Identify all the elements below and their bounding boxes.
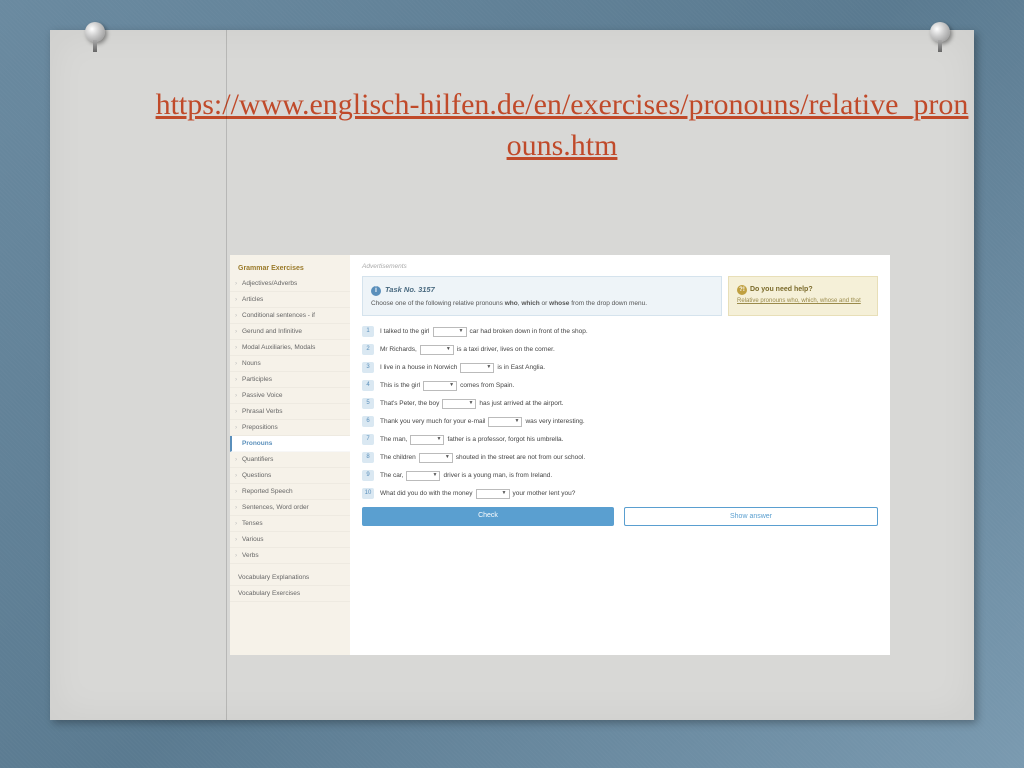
- question-row: 6 Thank you very much for your e-mail was…: [362, 416, 878, 427]
- task-description: Choose one of the following relative pro…: [371, 300, 713, 307]
- answer-dropdown[interactable]: [423, 381, 457, 391]
- question-row: 3 I live in a house in Norwich is in East…: [362, 362, 878, 373]
- sidebar-footer-vocabulary-exercises[interactable]: Vocabulary Exercises: [230, 586, 350, 602]
- question-text-pre: I talked to the girl: [380, 328, 430, 335]
- question-text-pre: The man,: [380, 436, 407, 443]
- question-row: 7 The man, father is a professor, forgot …: [362, 434, 878, 445]
- main-content: Advertisements i Task No. 3157 Choose one…: [350, 255, 890, 655]
- answer-dropdown[interactable]: [488, 417, 522, 427]
- help-box: ?!Do you need help? Relative pronouns wh…: [728, 276, 878, 316]
- question-number: 7: [362, 434, 374, 445]
- question-text-post: father is a professor, forgot his umbrel…: [447, 436, 563, 443]
- sidebar-item-passive-voice[interactable]: Passive Voice: [230, 388, 350, 404]
- sidebar-item-pronouns[interactable]: Pronouns: [230, 436, 350, 452]
- answer-dropdown[interactable]: [433, 327, 467, 337]
- question-text-post: shouted in the street are not from our s…: [456, 454, 585, 461]
- sidebar-item-gerund-and-infinitive[interactable]: Gerund and Infinitive: [230, 324, 350, 340]
- question-number: 9: [362, 470, 374, 481]
- question-number: 1: [362, 326, 374, 337]
- task-title-text: Task No. 3157: [385, 285, 435, 294]
- question-text-pre: What did you do with the money: [380, 490, 473, 497]
- vertical-divider: [226, 30, 227, 720]
- sidebar-heading: Grammar Exercises: [230, 261, 350, 276]
- answer-dropdown[interactable]: [442, 399, 476, 409]
- question-row: 8 The children shouted in the street are …: [362, 452, 878, 463]
- ads-label: Advertisements: [362, 263, 878, 270]
- answer-dropdown[interactable]: [406, 471, 440, 481]
- title-url-link[interactable]: https://www.englisch-hilfen.de/en/exerci…: [150, 85, 974, 166]
- question-text-post: has just arrived at the airport.: [479, 400, 563, 407]
- sidebar-item-modal-auxiliaries-modals[interactable]: Modal Auxiliaries, Modals: [230, 340, 350, 356]
- question-text-post: was very interesting.: [525, 418, 584, 425]
- question-text-pre: Mr Richards,: [380, 346, 417, 353]
- sidebar-item-adjectives-adverbs[interactable]: Adjectives/Adverbs: [230, 276, 350, 292]
- question-number: 2: [362, 344, 374, 355]
- question-row: 2 Mr Richards, is a taxi driver, lives on…: [362, 344, 878, 355]
- sidebar-item-participles[interactable]: Participles: [230, 372, 350, 388]
- question-text-post: your mother lent you?: [513, 490, 576, 497]
- sidebar-item-sentences-word-order[interactable]: Sentences, Word order: [230, 500, 350, 516]
- paper-slide: https://www.englisch-hilfen.de/en/exerci…: [50, 30, 974, 720]
- help-link[interactable]: Relative pronouns who, which, whose and …: [737, 298, 869, 304]
- question-number: 6: [362, 416, 374, 427]
- help-icon: ?!: [737, 285, 747, 295]
- answer-dropdown[interactable]: [476, 489, 510, 499]
- question-number: 3: [362, 362, 374, 373]
- answer-dropdown[interactable]: [410, 435, 444, 445]
- question-text-pre: The children: [380, 454, 416, 461]
- sidebar-item-quantifiers[interactable]: Quantifiers: [230, 452, 350, 468]
- sidebar-item-prepositions[interactable]: Prepositions: [230, 420, 350, 436]
- sidebar-item-reported-speech[interactable]: Reported Speech: [230, 484, 350, 500]
- question-number: 4: [362, 380, 374, 391]
- show-answer-button[interactable]: Show answer: [624, 507, 878, 526]
- question-text-post: car had broken down in front of the shop…: [470, 328, 588, 335]
- sidebar-item-articles[interactable]: Articles: [230, 292, 350, 308]
- question-text-pre: That's Peter, the boy: [380, 400, 439, 407]
- pushpin-right: [930, 22, 950, 42]
- check-button[interactable]: Check: [362, 507, 614, 526]
- question-text-pre: Thank you very much for your e-mail: [380, 418, 485, 425]
- question-number: 8: [362, 452, 374, 463]
- pushpin-left: [85, 22, 105, 42]
- sidebar-item-questions[interactable]: Questions: [230, 468, 350, 484]
- sidebar-item-phrasal-verbs[interactable]: Phrasal Verbs: [230, 404, 350, 420]
- question-row: 9 The car, driver is a young man, is from…: [362, 470, 878, 481]
- question-text-post: is in East Anglia.: [497, 364, 545, 371]
- sidebar-item-nouns[interactable]: Nouns: [230, 356, 350, 372]
- question-row: 1 I talked to the girl car had broken dow…: [362, 326, 878, 337]
- question-text-post: driver is a young man, is from Ireland.: [443, 472, 552, 479]
- question-text-pre: I live in a house in Norwich: [380, 364, 457, 371]
- help-title-text: Do you need help?: [750, 286, 813, 293]
- sidebar-item-verbs[interactable]: Verbs: [230, 548, 350, 564]
- sidebar-item-tenses[interactable]: Tenses: [230, 516, 350, 532]
- task-box: i Task No. 3157 Choose one of the followi…: [362, 276, 722, 316]
- answer-dropdown[interactable]: [460, 363, 494, 373]
- question-number: 5: [362, 398, 374, 409]
- question-row: 4 This is the girl comes from Spain.: [362, 380, 878, 391]
- question-text-post: comes from Spain.: [460, 382, 514, 389]
- info-icon: i: [371, 286, 381, 296]
- embedded-screenshot: Grammar Exercises Adjectives/AdverbsArti…: [230, 255, 890, 655]
- question-text-pre: The car,: [380, 472, 403, 479]
- question-row: 10 What did you do with the money your mo…: [362, 488, 878, 499]
- question-number: 10: [362, 488, 374, 499]
- sidebar-item-various[interactable]: Various: [230, 532, 350, 548]
- question-row: 5 That's Peter, the boy has just arrived …: [362, 398, 878, 409]
- question-text-post: is a taxi driver, lives on the corner.: [457, 346, 555, 353]
- sidebar-footer-vocabulary-explanations[interactable]: Vocabulary Explanations: [230, 570, 350, 586]
- sidebar: Grammar Exercises Adjectives/AdverbsArti…: [230, 255, 350, 655]
- answer-dropdown[interactable]: [419, 453, 453, 463]
- question-text-pre: This is the girl: [380, 382, 420, 389]
- answer-dropdown[interactable]: [420, 345, 454, 355]
- sidebar-item-conditional-sentences-if[interactable]: Conditional sentences - if: [230, 308, 350, 324]
